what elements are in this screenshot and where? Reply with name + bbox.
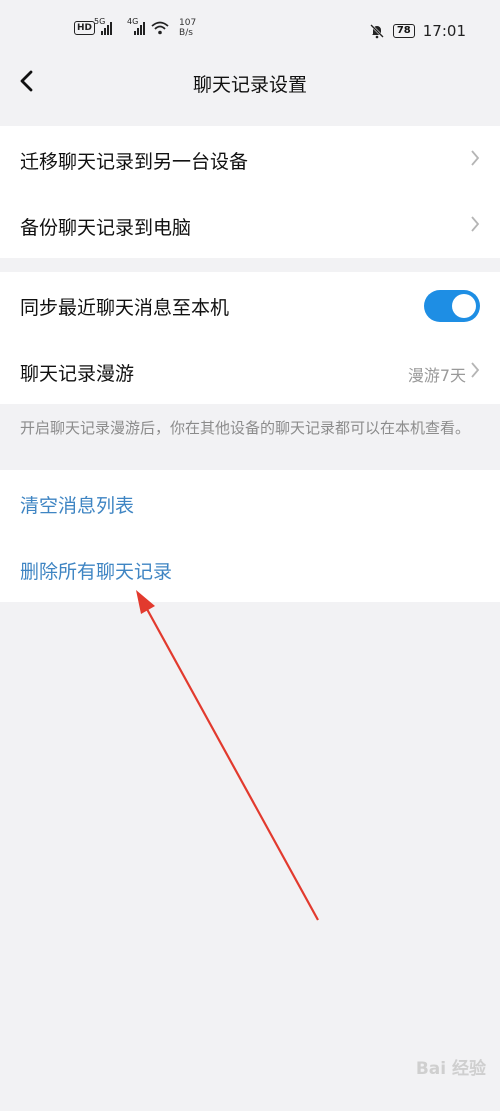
arrow-shaft (141, 599, 319, 921)
arrow-head (136, 590, 155, 614)
annotation-arrow (136, 590, 319, 921)
watermark: Bai 经验 (415, 1059, 486, 1079)
